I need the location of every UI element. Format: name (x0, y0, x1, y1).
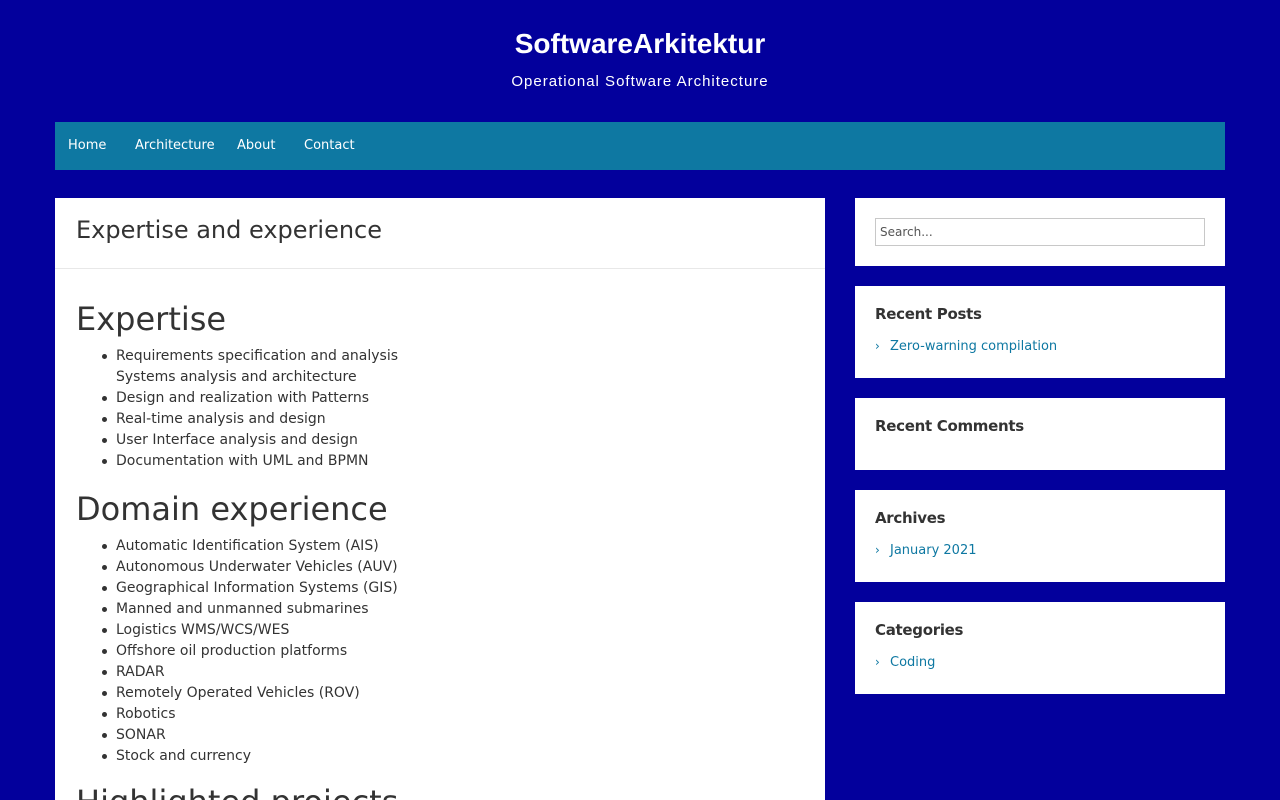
widget-title-archives: Archives (875, 509, 946, 527)
list-item: SONAR (76, 725, 398, 746)
nav-item-architecture[interactable]: Architecture (135, 122, 215, 170)
list-item: Robotics (76, 704, 398, 725)
list-item: Logistics WMS/WCS/WES (76, 620, 398, 641)
nav-item-about[interactable]: About (237, 122, 275, 170)
list-item: Manned and unmanned submarines (76, 599, 398, 620)
chevron-right-icon: › (875, 339, 880, 353)
domain-experience-list: Automatic Identification System (AIS) Au… (76, 536, 398, 767)
list-item: Stock and currency (76, 746, 398, 767)
section-heading-domain-experience: Domain experience (76, 490, 388, 528)
list-item: Autonomous Underwater Vehicles (AUV) (76, 557, 398, 578)
post-title: Expertise and experience (76, 216, 383, 244)
bullet-icon (102, 691, 107, 696)
site-title[interactable]: SoftwareArkitektur (0, 28, 1280, 60)
recent-posts-widget: Recent Posts › Zero-warning compilation (855, 286, 1225, 378)
bullet-icon (102, 565, 107, 570)
bullet-icon (102, 417, 107, 422)
widget-title-categories: Categories (875, 621, 964, 639)
chevron-right-icon: › (875, 655, 880, 669)
list-item: RADAR (76, 662, 398, 683)
main-navigation: Home Architecture About Contact (55, 122, 1225, 170)
bullet-icon (102, 459, 107, 464)
archives-widget: Archives › January 2021 (855, 490, 1225, 582)
search-widget (855, 198, 1225, 266)
recent-post-link[interactable]: › Zero-warning compilation (875, 337, 1057, 356)
chevron-right-icon: › (875, 543, 880, 557)
nav-item-home[interactable]: Home (68, 122, 106, 170)
list-item: Geographical Information Systems (GIS) (76, 578, 398, 599)
bullet-icon (102, 628, 107, 633)
bullet-icon (102, 354, 107, 359)
expertise-list: Requirements specification and analysis … (76, 346, 398, 472)
recent-comments-widget: Recent Comments (855, 398, 1225, 470)
bullet-icon (102, 438, 107, 443)
bullet-icon (102, 670, 107, 675)
category-link[interactable]: › Coding (875, 653, 935, 672)
nav-item-contact[interactable]: Contact (304, 122, 355, 170)
bullet-icon (102, 712, 107, 717)
section-heading-highlighted-projects: Highlighted projects (76, 782, 398, 800)
widget-title-recent-comments: Recent Comments (875, 417, 1024, 435)
title-divider (55, 268, 825, 269)
list-item: Requirements specification and analysis (76, 346, 398, 367)
site-tagline: Operational Software Architecture (511, 73, 769, 90)
search-input[interactable] (875, 218, 1205, 246)
widget-title-recent-posts: Recent Posts (875, 305, 982, 323)
list-item: Systems analysis and architecture (116, 369, 357, 385)
list-item: Remotely Operated Vehicles (ROV) (76, 683, 398, 704)
bullet-icon (102, 649, 107, 654)
section-heading-expertise: Expertise (76, 300, 227, 338)
list-item: User Interface analysis and design (76, 430, 398, 451)
list-item: Offshore oil production platforms (76, 641, 398, 662)
bullet-icon (102, 586, 107, 591)
list-item: Design and realization with Patterns (76, 388, 398, 409)
list-item: Documentation with UML and BPMN (76, 451, 398, 472)
bullet-icon (102, 754, 107, 759)
list-item: Real-time analysis and design (76, 409, 398, 430)
bullet-icon (102, 607, 107, 612)
bullet-icon (102, 733, 107, 738)
archive-link[interactable]: › January 2021 (875, 541, 977, 560)
list-item: Automatic Identification System (AIS) (76, 536, 398, 557)
categories-widget: Categories › Coding (855, 602, 1225, 694)
bullet-icon (102, 396, 107, 401)
post-content: Expertise and experience Expertise Requi… (55, 198, 825, 800)
bullet-icon (102, 544, 107, 549)
site-header: SoftwareArkitektur Operational Software … (0, 0, 1280, 122)
